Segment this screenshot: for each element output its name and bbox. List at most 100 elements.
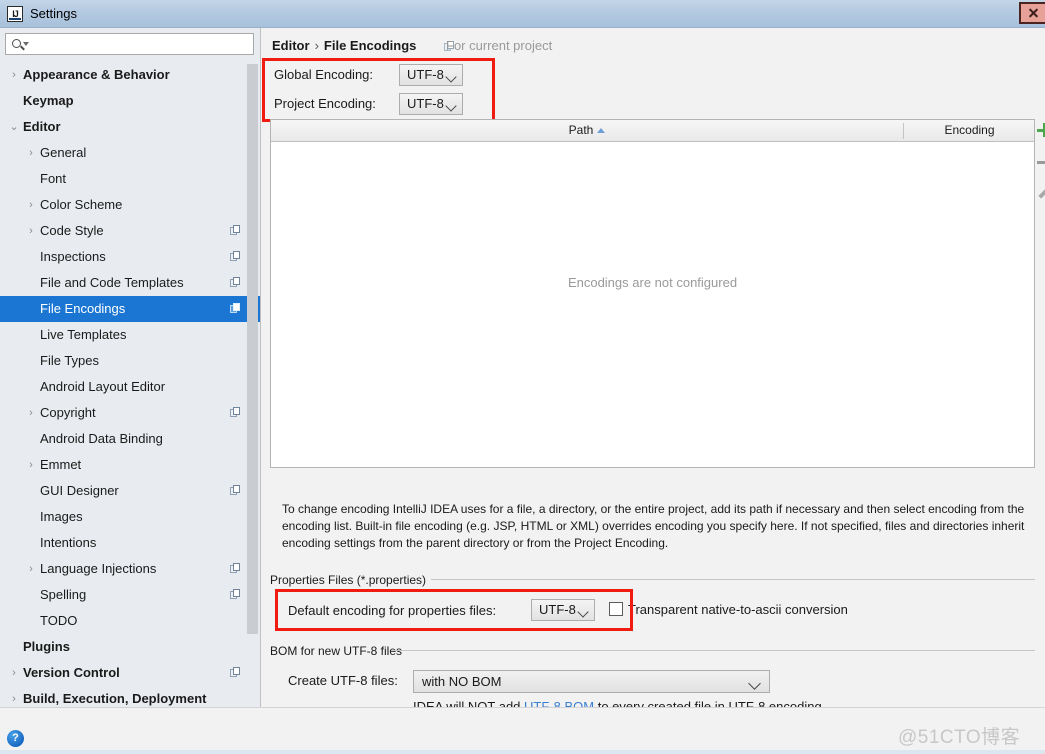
sidebar-item-label: Plugins bbox=[23, 639, 70, 654]
project-encoding-value: UTF-8 bbox=[407, 96, 444, 111]
settings-dialog: IJ Settings › Appearance & Behavior Keymap… bbox=[0, 0, 1045, 754]
sidebar-item-label: Spelling bbox=[40, 587, 87, 602]
sidebar-item-label: Emmet bbox=[40, 457, 82, 472]
table-header: Path Encoding bbox=[271, 120, 1034, 142]
chevron-right-icon[interactable]: › bbox=[25, 218, 37, 244]
global-encoding-label: Global Encoding: bbox=[274, 67, 374, 82]
sidebar-item-intentions[interactable]: Intentions bbox=[0, 530, 261, 556]
global-encoding-value: UTF-8 bbox=[407, 67, 444, 82]
sidebar-item-label: File and Code Templates bbox=[40, 275, 184, 290]
sidebar-item-android-data-binding[interactable]: Android Data Binding bbox=[0, 426, 261, 452]
sidebar-item-label: Appearance & Behavior bbox=[23, 67, 170, 82]
sidebar-item-todo[interactable]: TODO bbox=[0, 608, 261, 634]
intellij-idea-icon: IJ bbox=[7, 6, 23, 22]
sidebar-item-plugins[interactable]: Plugins bbox=[0, 634, 261, 660]
settings-content: Editor › File Encodings For current projec… bbox=[261, 28, 1045, 714]
sidebar-item-file-types[interactable]: File Types bbox=[0, 348, 261, 374]
edit-icon[interactable] bbox=[1037, 187, 1045, 201]
chevron-down-icon bbox=[445, 71, 457, 83]
sidebar-item-images[interactable]: Images bbox=[0, 504, 261, 530]
footer-divider bbox=[0, 750, 1045, 754]
column-header-encoding[interactable]: Encoding bbox=[904, 120, 1035, 141]
sidebar-item-file-encodings[interactable]: File Encodings bbox=[0, 296, 261, 322]
sidebar-item-label: Copyright bbox=[40, 405, 96, 420]
breadcrumb-leaf: File Encodings bbox=[323, 38, 417, 53]
properties-encoding-select[interactable]: UTF-8 bbox=[531, 599, 595, 621]
sidebar-item-appearance-behavior[interactable]: › Appearance & Behavior bbox=[0, 62, 261, 88]
help-icon[interactable]: ? bbox=[7, 730, 24, 747]
bom-group-line bbox=[391, 650, 1035, 651]
chevron-right-icon[interactable]: › bbox=[8, 660, 20, 686]
sidebar-item-build-execution-deployment[interactable]: › Build, Execution, Deployment bbox=[0, 686, 261, 707]
sidebar-item-android-layout-editor[interactable]: Android Layout Editor bbox=[0, 374, 261, 400]
encodings-table[interactable]: Path Encoding Encodings are not configur… bbox=[270, 119, 1035, 468]
settings-sidebar: › Appearance & Behavior Keymap ⌄ Editor › Gene… bbox=[0, 28, 261, 707]
sidebar-item-emmet[interactable]: › Emmet bbox=[0, 452, 261, 478]
dialog-footer: ? OK Cancel Apply bbox=[0, 707, 1045, 751]
column-header-path[interactable]: Path bbox=[271, 120, 903, 141]
chevron-right-icon[interactable]: › bbox=[8, 686, 20, 707]
project-encoding-select[interactable]: UTF-8 bbox=[399, 93, 463, 115]
sidebar-item-label: Images bbox=[40, 509, 83, 524]
sidebar-item-language-injections[interactable]: › Language Injections bbox=[0, 556, 261, 582]
chevron-right-icon[interactable]: › bbox=[25, 140, 37, 166]
copy-settings-icon bbox=[230, 667, 241, 678]
sidebar-item-file-and-code-templates[interactable]: File and Code Templates bbox=[0, 270, 261, 296]
sidebar-item-label: Build, Execution, Deployment bbox=[23, 691, 207, 706]
sidebar-item-editor[interactable]: ⌄ Editor bbox=[0, 114, 261, 140]
column-header-path-label: Path bbox=[568, 123, 594, 137]
close-icon[interactable] bbox=[1019, 2, 1045, 24]
sidebar-item-live-templates[interactable]: Live Templates bbox=[0, 322, 261, 348]
copy-settings-icon bbox=[230, 277, 241, 288]
sidebar-item-label: TODO bbox=[40, 613, 78, 628]
help-glyph: ? bbox=[12, 732, 19, 744]
sidebar-item-code-style[interactable]: › Code Style bbox=[0, 218, 261, 244]
properties-default-encoding-label: Default encoding for properties files: bbox=[288, 603, 497, 618]
sidebar-item-label: Version Control bbox=[23, 665, 120, 680]
copy-settings-icon bbox=[230, 225, 241, 236]
chevron-right-icon[interactable]: › bbox=[8, 62, 20, 88]
copy-settings-icon bbox=[230, 563, 241, 574]
sidebar-item-color-scheme[interactable]: › Color Scheme bbox=[0, 192, 261, 218]
search-box[interactable] bbox=[5, 33, 254, 55]
chevron-right-icon[interactable]: › bbox=[25, 192, 37, 218]
sidebar-item-font[interactable]: Font bbox=[0, 166, 261, 192]
sidebar-item-label: Color Scheme bbox=[40, 197, 123, 212]
sidebar-item-gui-designer[interactable]: GUI Designer bbox=[0, 478, 261, 504]
sidebar-item-inspections[interactable]: Inspections bbox=[0, 244, 261, 270]
transparent-native-to-ascii-checkbox[interactable] bbox=[609, 602, 623, 616]
sidebar-item-label: Code Style bbox=[40, 223, 104, 238]
sidebar-item-version-control[interactable]: › Version Control bbox=[0, 660, 261, 686]
chevron-down-icon bbox=[577, 606, 589, 618]
sidebar-scrollbar-thumb[interactable] bbox=[247, 64, 258, 634]
encodings-description: To change encoding IntelliJ IDEA uses fo… bbox=[282, 502, 1025, 550]
chevron-right-icon[interactable]: › bbox=[25, 556, 37, 582]
search-input[interactable] bbox=[30, 36, 252, 54]
copy-settings-icon bbox=[230, 303, 241, 314]
sidebar-item-copyright[interactable]: › Copyright bbox=[0, 400, 261, 426]
sidebar-item-label: Android Data Binding bbox=[40, 431, 163, 446]
chevron-right-icon[interactable]: › bbox=[25, 400, 37, 426]
create-utf8-files-select[interactable]: with NO BOM bbox=[413, 670, 770, 693]
copy-settings-icon bbox=[230, 407, 241, 418]
chevron-down-icon bbox=[748, 677, 761, 690]
sidebar-item-label: Inspections bbox=[40, 249, 106, 264]
chevron-right-icon[interactable]: › bbox=[25, 452, 37, 478]
remove-icon[interactable] bbox=[1037, 155, 1045, 171]
transparent-native-to-ascii-label: Transparent native-to-ascii conversion bbox=[628, 602, 848, 617]
breadcrumb-separator: › bbox=[314, 38, 319, 53]
create-utf8-files-label: Create UTF-8 files: bbox=[288, 673, 398, 688]
copy-settings-icon bbox=[230, 589, 241, 600]
sidebar-item-label: Language Injections bbox=[40, 561, 157, 576]
sidebar-item-label: Editor bbox=[23, 119, 61, 134]
sidebar-item-label: General bbox=[40, 145, 87, 160]
sidebar-item-general[interactable]: › General bbox=[0, 140, 261, 166]
sidebar-item-spelling[interactable]: Spelling bbox=[0, 582, 261, 608]
search-icon bbox=[12, 38, 29, 52]
chevron-down-icon[interactable]: ⌄ bbox=[8, 114, 20, 140]
add-icon[interactable] bbox=[1037, 123, 1045, 139]
global-encoding-select[interactable]: UTF-8 bbox=[399, 64, 463, 86]
breadcrumb-root[interactable]: Editor bbox=[272, 38, 310, 53]
sidebar-item-keymap[interactable]: Keymap bbox=[0, 88, 261, 114]
breadcrumb: Editor › File Encodings bbox=[272, 38, 416, 53]
